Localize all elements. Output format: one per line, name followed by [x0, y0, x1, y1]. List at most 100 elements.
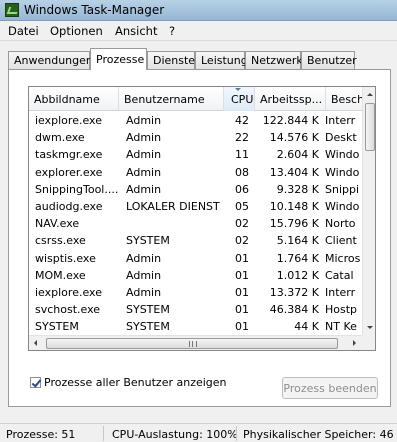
horizontal-scroll-thumb[interactable] — [46, 338, 338, 349]
cell-user-name: Admin — [126, 285, 162, 299]
table-row[interactable]: wisptis.exe Admin 01 1.764 K Micros — [29, 250, 375, 267]
cell-description: Catal — [325, 268, 354, 282]
table-row[interactable]: SnippingTool.... Admin 06 9.328 K Snippi — [29, 181, 375, 198]
cell-image-name: NAV.exe — [35, 217, 80, 231]
cell-cpu: 02 — [235, 234, 249, 248]
task-manager-window: Windows Task-Manager Datei Optionen Ansi… — [0, 0, 397, 442]
column-header-working-set[interactable]: Arbeitssp... — [255, 87, 326, 111]
cell-user-name: SYSTEM — [126, 303, 170, 317]
cell-user-name: Admin — [126, 165, 162, 179]
sort-descending-icon — [235, 88, 241, 91]
cell-image-name: wisptis.exe — [35, 251, 96, 265]
table-row[interactable]: MOM.exe Admin 01 1.012 K Catal — [29, 267, 375, 284]
cell-cpu: 01 — [235, 251, 249, 265]
cell-description: Micros — [325, 251, 361, 265]
table-row[interactable]: taskmgr.exe Admin 11 2.604 K Windo — [29, 146, 375, 163]
cell-working-set: 46.384 K — [269, 303, 319, 317]
tab-anwendungen[interactable]: Anwendungen — [8, 51, 93, 69]
table-row[interactable]: iexplore.exe Admin 42 122.844 K Interr — [29, 112, 375, 129]
cell-working-set: 13.404 K — [269, 165, 319, 179]
tab-leistung[interactable]: Leistung — [195, 51, 248, 69]
column-header-image-name[interactable]: Abbildname — [29, 87, 119, 111]
status-process-count: Prozesse: 51 — [6, 428, 76, 441]
tab-dienste[interactable]: Dienste — [147, 51, 195, 69]
column-header-user-name[interactable]: Benutzername — [119, 87, 224, 111]
title-bar[interactable]: Windows Task-Manager — [0, 0, 397, 21]
status-separator — [236, 426, 237, 441]
cell-user-name: LOKALER DIENST — [126, 199, 220, 213]
tab-prozesse[interactable]: Prozesse — [90, 48, 147, 70]
window-title: Windows Task-Manager — [24, 3, 165, 17]
cell-description: Windo — [325, 148, 360, 162]
scroll-right-button[interactable] — [347, 336, 362, 350]
cell-cpu: 06 — [235, 182, 249, 196]
table-row[interactable]: svchost.exe SYSTEM 01 46.384 K Hostp — [29, 301, 375, 318]
cell-image-name: explorer.exe — [35, 165, 103, 179]
horizontal-scrollbar[interactable] — [29, 335, 362, 350]
column-header-description[interactable]: Besch — [326, 87, 366, 111]
table-row[interactable]: explorer.exe Admin 08 13.404 K Windo — [29, 164, 375, 181]
show-all-users-label[interactable]: Prozesse aller Benutzer anzeigen — [44, 376, 227, 389]
scrollbar-corner — [362, 335, 375, 350]
cell-working-set: 10.148 K — [269, 199, 319, 213]
cell-cpu: 01 — [235, 268, 249, 282]
scroll-up-button[interactable] — [363, 87, 375, 102]
cell-user-name: Admin — [126, 182, 162, 196]
cell-working-set: 1.012 K — [276, 268, 319, 282]
cell-image-name: csrss.exe — [35, 234, 86, 248]
processes-panel: Abbildname Benutzername CPU Arbeitssp...… — [8, 69, 391, 407]
table-row[interactable]: audiodg.exe LOKALER DIENST 05 10.148 K Windo — [29, 198, 375, 215]
cell-cpu: 01 — [235, 285, 249, 299]
process-list-header: Abbildname Benutzername CPU Arbeitssp...… — [29, 87, 375, 111]
cell-cpu: 05 — [235, 199, 249, 213]
scroll-down-button[interactable] — [363, 320, 375, 335]
cell-image-name: dwm.exe — [35, 131, 85, 145]
cell-image-name: taskmgr.exe — [35, 148, 103, 162]
vertical-scrollbar[interactable] — [362, 87, 375, 335]
cell-image-name: MOM.exe — [35, 268, 86, 282]
cell-user-name: Admin — [126, 268, 162, 282]
column-header-cpu[interactable]: CPU — [224, 87, 255, 111]
table-row[interactable]: NAV.exe 02 15.796 K Norto — [29, 215, 375, 232]
arrow-down-icon — [367, 326, 373, 329]
menu-ansicht[interactable]: Ansicht — [115, 24, 157, 38]
cell-cpu: 01 — [235, 320, 249, 334]
tab-netzwerk[interactable]: Netzwerk — [245, 51, 303, 69]
cell-cpu: 22 — [235, 131, 249, 145]
cell-working-set: 122.844 K — [262, 114, 319, 127]
arrow-up-icon — [367, 93, 373, 96]
menu-datei[interactable]: Datei — [8, 24, 39, 38]
table-row[interactable]: dwm.exe Admin 22 14.576 K Deskt — [29, 129, 375, 146]
status-cpu-usage: CPU-Auslastung: 100% — [112, 428, 238, 441]
cell-image-name: audiodg.exe — [35, 199, 103, 213]
tab-benutzer[interactable]: Benutzer — [301, 51, 357, 69]
cell-description: Norto — [325, 217, 356, 231]
cell-description: NT Ke — [325, 320, 357, 334]
menu-help[interactable]: ? — [169, 24, 175, 38]
process-rows: iexplore.exe Admin 42 122.844 K Interr dwm.ex… — [29, 112, 375, 350]
table-row[interactable]: iexplore.exe Admin 01 13.372 K Interr — [29, 284, 375, 301]
cell-working-set: 14.576 K — [269, 131, 319, 145]
table-row[interactable]: csrss.exe SYSTEM 02 5.164 K Client — [29, 232, 375, 249]
cell-working-set: 5.164 K — [276, 234, 319, 248]
scroll-grip-icon — [189, 341, 197, 347]
end-process-button[interactable]: Prozess beenden — [282, 377, 378, 399]
table-row[interactable]: SYSTEM SYSTEM 01 44 K NT Ke — [29, 318, 375, 335]
show-all-users-checkbox[interactable] — [30, 377, 41, 388]
cell-description: Hostp — [325, 303, 358, 317]
cell-image-name: SnippingTool.... — [35, 182, 119, 196]
vertical-scroll-thumb[interactable] — [365, 103, 375, 151]
scroll-left-button[interactable] — [29, 336, 44, 350]
cell-description: Client — [325, 234, 357, 248]
status-physical-memory: Physikalischer Speicher: 46 — [243, 428, 394, 441]
task-manager-app-icon — [5, 3, 19, 17]
menu-optionen[interactable]: Optionen — [50, 24, 103, 38]
cell-working-set: 44 K — [294, 320, 319, 334]
column-header-cpu-label: CPU — [231, 93, 254, 106]
cell-working-set: 13.372 K — [269, 285, 319, 299]
cell-working-set: 9.328 K — [276, 182, 319, 196]
cell-cpu: 01 — [235, 303, 249, 317]
cell-image-name: svchost.exe — [35, 303, 101, 317]
process-list[interactable]: Abbildname Benutzername CPU Arbeitssp...… — [28, 86, 376, 351]
arrow-right-icon — [353, 340, 356, 346]
